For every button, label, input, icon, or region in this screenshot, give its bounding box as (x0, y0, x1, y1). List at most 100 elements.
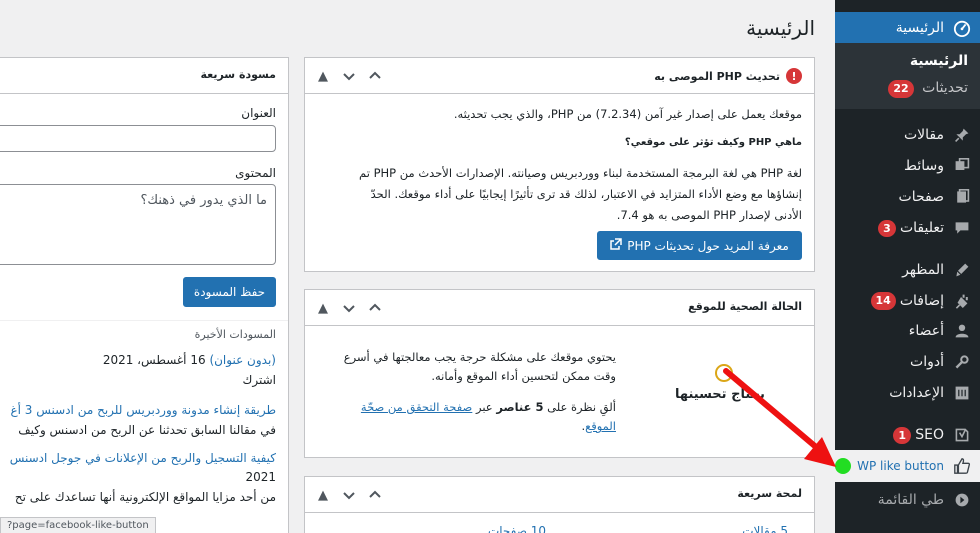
draft-box-title: مسودة سريعة (200, 68, 276, 81)
save-draft-button[interactable]: حفظ المسودة (183, 277, 276, 307)
php-update-box: ! تحديث PHP الموصى به ▲ موقعك يعمل على إ… (304, 57, 815, 272)
draft-divider (0, 320, 288, 321)
health-review-mid: عبر (475, 400, 493, 414)
move-up-icon[interactable] (365, 66, 385, 86)
move-up-icon[interactable] (365, 298, 385, 318)
yoast-icon (944, 427, 980, 443)
php-description-line2: إنشاؤها مع وضع الأداء المتزايد في الاعتب… (370, 187, 802, 201)
draft-content-textarea[interactable]: ما الذي يدور في ذهنك؟ (0, 184, 276, 265)
menu-users-label: أعضاء (908, 323, 944, 339)
health-box-controls: ▲ (313, 298, 385, 318)
menu-appearance[interactable]: المظهر (835, 256, 980, 284)
at-a-glance-box: لمحة سريعة ▲ 5 مقالات 10 صفحات (304, 476, 815, 533)
move-down-icon[interactable] (339, 298, 359, 318)
learn-more-php-label: معرفة المزيد حول تحديثات PHP (627, 238, 789, 253)
menu-wp-like-button-label: WP like button (857, 459, 944, 473)
toggle-panel-icon[interactable]: ▲ (313, 485, 333, 505)
status-bar-url: ?page=facebook-like-button (0, 517, 156, 533)
media-icon (944, 158, 980, 174)
menu-pages[interactable]: صفحات (835, 183, 980, 211)
move-down-icon[interactable] (339, 66, 359, 86)
settings-icon (944, 385, 980, 401)
menu-comments-label: تعليقات (899, 220, 944, 236)
draft-title-input[interactable] (0, 125, 276, 152)
php-box-header: ! تحديث PHP الموصى به ▲ (305, 58, 814, 94)
move-up-icon[interactable] (365, 485, 385, 505)
health-review-message: ألقِ نظرة على 5 عناصر عبر صفحة التحقق من… (336, 398, 616, 436)
draft-item-excerpt: في مقالنا السابق تحدثنا عن الربح من ادسن… (18, 423, 276, 437)
menu-tools[interactable]: أدوات (835, 348, 980, 376)
dashboard-icon (944, 19, 980, 37)
menu-settings[interactable]: الإعدادات (835, 379, 980, 407)
menu-wp-like-button[interactable]: WP like button (835, 450, 980, 482)
glance-box-controls: ▲ (313, 485, 385, 505)
learn-more-php-button[interactable]: معرفة المزيد حول تحديثات PHP (597, 231, 802, 260)
quick-draft-box: مسودة سريعة العنوان المحتوى ما الذي يدور… (0, 57, 289, 533)
brush-icon (944, 262, 980, 278)
php-description-line3: الأدنى لإصدار PHP الموصى به هو 7.4. (616, 208, 802, 222)
updates-count-badge: 22 (888, 80, 914, 98)
draft-item-title[interactable]: طريقة إنشاء مدونة ووردبريس للربح من ادسن… (10, 400, 276, 421)
move-down-icon[interactable] (339, 485, 359, 505)
php-insecure-message: موقعك يعمل على إصدار غير آمن (7.2.34) من… (453, 107, 802, 121)
menu-posts[interactable]: مقالات (835, 121, 980, 149)
php-box-controls: ▲ (313, 66, 385, 86)
glance-posts-count[interactable]: 5 مقالات (742, 521, 788, 533)
seo-count-badge: 1 (893, 426, 912, 444)
submenu-home[interactable]: الرئيسية (845, 53, 968, 69)
draft-item-excerpt: من أحد مزايا المواقع الإلكترونية أنها تس… (14, 490, 276, 504)
alert-icon: ! (786, 68, 802, 84)
menu-plugins-label: إضافات (899, 293, 944, 309)
external-link-icon (610, 238, 622, 253)
page-title: الرئيسية (746, 16, 815, 40)
health-critical-message: يحتوي موقعك على مشكلة حرجة يجب معالجتها … (343, 350, 616, 383)
health-box-header: الحالة الصحية للموقع ▲ (305, 290, 814, 326)
draft-title-label: العنوان (241, 106, 276, 120)
wrench-icon (944, 354, 980, 370)
health-box-title: الحالة الصحية للموقع (688, 300, 802, 313)
toggle-panel-icon[interactable]: ▲ (313, 298, 333, 318)
user-icon (944, 323, 980, 339)
thumbs-up-icon (944, 457, 980, 475)
draft-content-placeholder: ما الذي يدور في ذهنك؟ (140, 193, 268, 208)
menu-dashboard[interactable]: الرئيسية (827, 12, 980, 43)
php-box-title-text: تحديث PHP الموصى به (654, 69, 780, 83)
menu-tools-label: أدوات (910, 354, 944, 370)
page-icon (944, 189, 980, 205)
draft-box-header: مسودة سريعة (0, 58, 288, 94)
dashboard-submenu: الرئيسية تحديثات 22 (835, 43, 980, 109)
menu-seo[interactable]: SEO 1 (835, 421, 980, 449)
draft-item-title[interactable]: (بدون عنوان) (209, 353, 276, 367)
submenu-updates[interactable]: تحديثات 22 (845, 80, 968, 98)
collapse-menu-button[interactable]: طي القائمة (835, 486, 980, 514)
menu-comments[interactable]: تعليقات 3 (835, 214, 980, 242)
toggle-panel-icon[interactable]: ▲ (313, 66, 333, 86)
menu-users[interactable]: أعضاء (835, 317, 980, 345)
glance-box-title: لمحة سريعة (737, 487, 802, 500)
glance-pages-count[interactable]: 10 صفحات (488, 521, 546, 533)
menu-appearance-label: المظهر (902, 262, 944, 278)
menu-media[interactable]: وسائط (835, 152, 980, 180)
menu-plugins[interactable]: إضافات 14 (835, 287, 980, 315)
pin-icon (944, 127, 980, 143)
collapse-menu-label: طي القائمة (877, 492, 944, 508)
menu-posts-label: مقالات (903, 127, 944, 143)
draft-content-label: المحتوى (235, 166, 276, 180)
save-draft-label: حفظ المسودة (193, 285, 266, 299)
comments-count-badge: 3 (877, 219, 896, 237)
menu-media-label: وسائط (904, 158, 944, 174)
php-question: ماهي PHP وكيف تؤثر على موقعي؟ (624, 137, 802, 148)
red-arrow-annotation (723, 368, 836, 467)
draft-item-date: 16 أغسطس، 2021 (102, 353, 206, 367)
menu-settings-label: الإعدادات (889, 385, 944, 401)
health-items-count: 5 عناصر (496, 400, 544, 414)
comment-icon (944, 220, 980, 236)
plugin-icon (944, 293, 980, 309)
recent-drafts-label: المسودات الأخيرة (194, 328, 276, 341)
submenu-home-label: الرئيسية (909, 53, 968, 69)
glance-box-header: لمحة سريعة ▲ (305, 477, 814, 513)
draft-item-title[interactable]: كيفية التسجيل والربح من الإعلانات في جوج… (10, 448, 276, 469)
php-description-line1: لغة PHP هي لغة البرمجة المستخدمة لبناء و… (359, 166, 802, 180)
menu-dashboard-label: الرئيسية (895, 19, 944, 36)
collapse-arrow-icon (944, 492, 980, 508)
